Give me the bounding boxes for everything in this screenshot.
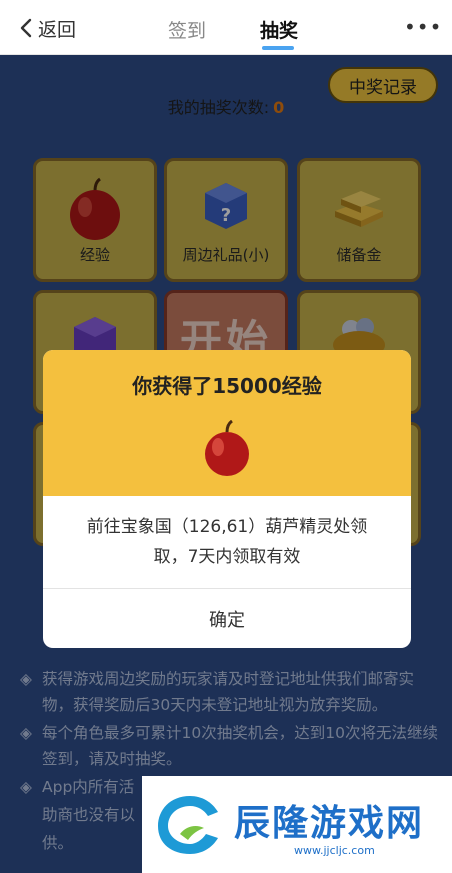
apple-icon — [205, 420, 249, 476]
back-label: 返回 — [38, 18, 77, 41]
dialog-title: 你获得了15000经验 — [132, 374, 322, 398]
back-button[interactable]: 返回 — [20, 14, 76, 42]
watermark: 辰隆游戏网 www.jjcljc.com — [142, 776, 452, 873]
prize-result-dialog: 你获得了15000经验 前往宝象国（126,61）葫芦精灵处领 取，7天内领取有… — [43, 350, 411, 648]
tab-sign-in[interactable]: 签到 — [168, 16, 206, 43]
more-options-icon[interactable]: ••• — [404, 17, 442, 37]
chevron-left-icon — [20, 18, 32, 38]
confirm-button[interactable]: 确定 — [43, 589, 411, 648]
watermark-name: 辰隆游戏网 — [234, 803, 425, 844]
dialog-header: 你获得了15000经验 — [43, 350, 411, 496]
dialog-description: 前往宝象国（126,61）葫芦精灵处领 取，7天内领取有效 — [86, 517, 368, 567]
watermark-url: www.jjcljc.com — [294, 844, 375, 857]
active-tab-indicator — [262, 46, 294, 50]
top-nav-bar: 返回 签到 抽奖 ••• — [0, 0, 452, 55]
watermark-logo-icon — [158, 796, 218, 854]
tab-lottery[interactable]: 抽奖 — [260, 16, 298, 43]
